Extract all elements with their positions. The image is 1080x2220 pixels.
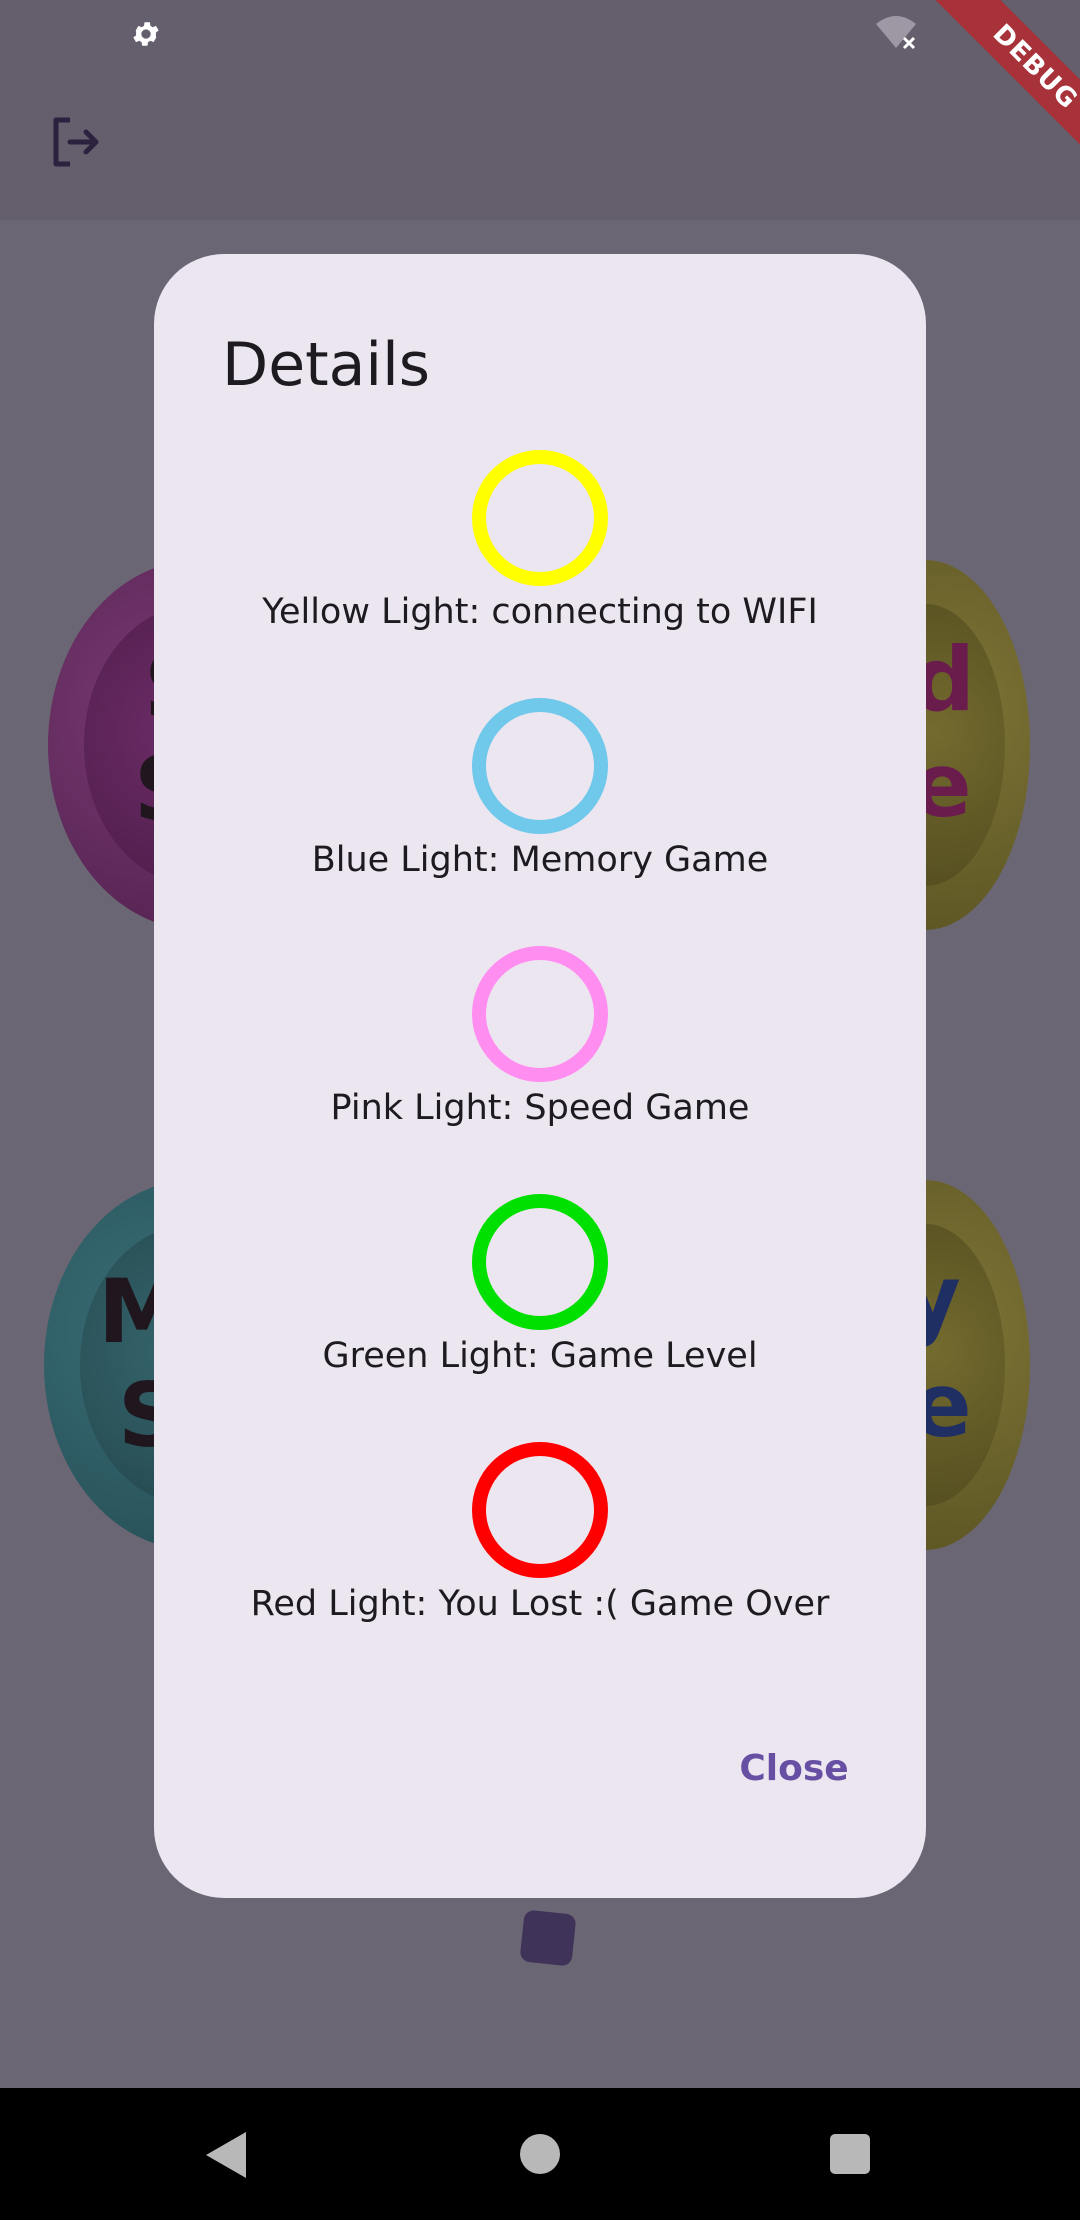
legend-item-green: Green Light: Game Level — [154, 1194, 926, 1442]
small-square-icon — [519, 1909, 577, 1967]
status-bar — [0, 0, 1080, 64]
legend-label: Blue Light: Memory Game — [311, 840, 769, 880]
legend-item-pink: Pink Light: Speed Game — [154, 946, 926, 1194]
dialog-title: Details — [222, 330, 431, 400]
app-bar — [0, 64, 1080, 220]
home-icon[interactable] — [520, 2134, 560, 2174]
legend-label: Pink Light: Speed Game — [330, 1088, 750, 1128]
back-icon[interactable] — [204, 2130, 248, 2180]
red-ring-icon — [472, 1442, 608, 1578]
legend-label: Red Light: You Lost :( Game Over — [250, 1584, 830, 1624]
logout-icon[interactable] — [48, 114, 104, 170]
light-legend: Yellow Light: connecting to WIFI Blue Li… — [154, 450, 926, 1690]
details-dialog: Details Yellow Light: connecting to WIFI… — [154, 254, 926, 1898]
wifi-off-icon — [876, 16, 916, 50]
green-ring-icon — [472, 1194, 608, 1330]
close-button[interactable]: Close — [714, 1734, 874, 1804]
pink-ring-icon — [472, 946, 608, 1082]
gear-icon — [133, 22, 159, 46]
legend-item-red: Red Light: You Lost :( Game Over — [154, 1442, 926, 1690]
legend-item-yellow: Yellow Light: connecting to WIFI — [154, 450, 926, 698]
system-nav-bar — [0, 2088, 1080, 2220]
legend-label: Yellow Light: connecting to WIFI — [262, 592, 818, 632]
legend-label: Green Light: Game Level — [322, 1336, 758, 1376]
yellow-ring-icon — [472, 450, 608, 586]
recents-icon[interactable] — [830, 2134, 870, 2174]
blue-ring-icon — [472, 698, 608, 834]
legend-item-blue: Blue Light: Memory Game — [154, 698, 926, 946]
